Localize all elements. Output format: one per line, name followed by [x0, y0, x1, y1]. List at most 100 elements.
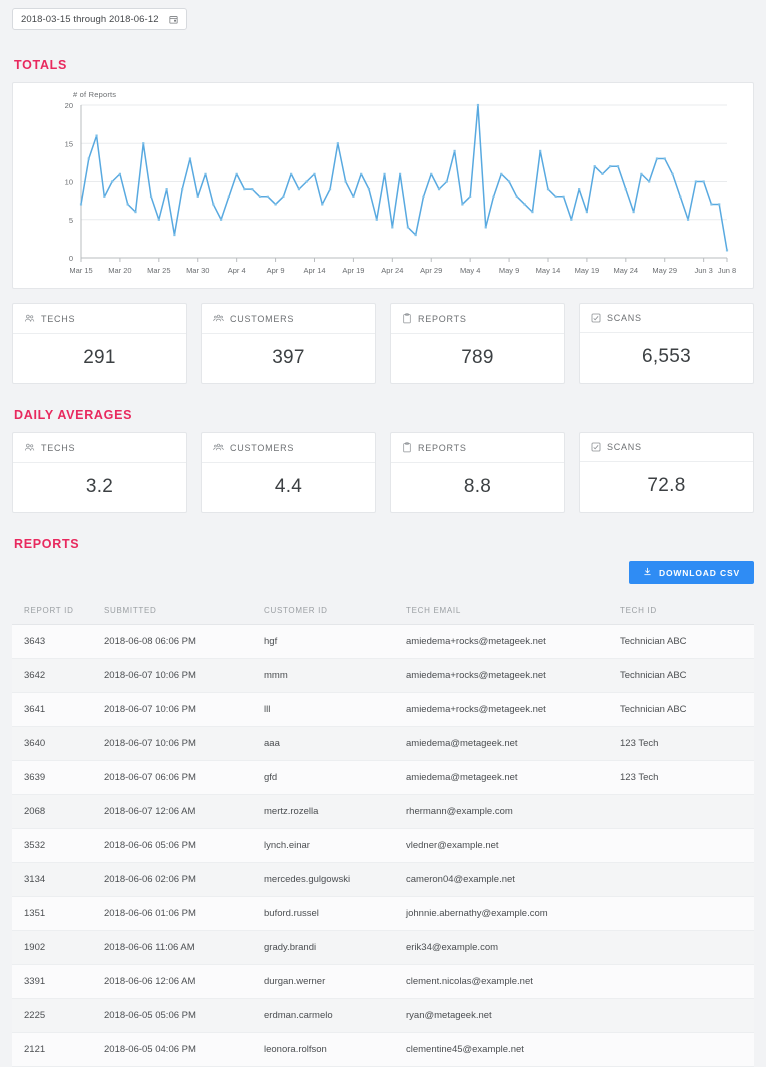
table-column-header[interactable]: SUBMITTED	[92, 600, 252, 625]
table-cell: amiedema+rocks@metageek.net	[394, 624, 608, 659]
table-cell: 2018-06-08 06:06 PM	[92, 624, 252, 659]
table-header-row: REPORT ID SUBMITTED CUSTOMER ID TECH EMAIL T…	[12, 600, 754, 625]
stat-card-label: TECHS	[41, 313, 76, 324]
table-cell: 2018-06-06 02:06 PM	[92, 862, 252, 897]
table-cell: amiedema+rocks@metageek.net	[394, 658, 608, 693]
table-cell: aaa	[252, 726, 394, 761]
stat-card-header: SCANS	[580, 433, 753, 462]
stat-card-label: CUSTOMERS	[230, 442, 295, 453]
svg-text:May 14: May 14	[536, 266, 561, 275]
table-cell: amiedema@metageek.net	[394, 760, 608, 795]
svg-text:Jun 8: Jun 8	[718, 266, 736, 275]
stat-card-customers: CUSTOMERS 397	[201, 303, 376, 384]
svg-text:Apr 19: Apr 19	[342, 266, 364, 275]
daily-averages-cards-row: TECHS 3.2 CUSTOMERS 4.4 REPORTS 8.8 SCANS 72.8	[12, 432, 754, 513]
table-cell: 3643	[12, 624, 92, 659]
table-cell: 2018-06-07 10:06 PM	[92, 658, 252, 693]
svg-text:Mar 15: Mar 15	[69, 266, 92, 275]
table-cell: 2018-06-05 05:06 PM	[92, 998, 252, 1033]
table-cell: 123 Tech	[608, 760, 754, 795]
table-cell: rhermann@example.com	[394, 794, 608, 829]
table-column-header[interactable]: CUSTOMER ID	[252, 600, 394, 625]
techs-icon	[24, 442, 35, 453]
table-cell: Technician ABC	[608, 624, 754, 659]
table-cell: ryan@metageek.net	[394, 998, 608, 1033]
download-csv-label: DOWNLOAD CSV	[658, 567, 740, 578]
reports-icon	[402, 442, 412, 453]
scans-icon	[591, 313, 601, 323]
calendar-icon[interactable]	[169, 15, 178, 24]
svg-text:May 19: May 19	[575, 266, 600, 275]
stat-card-scans: SCANS 72.8	[579, 432, 754, 513]
table-row[interactable]: 1902 2018-06-06 11:06 AM grady.brandi erik3…	[12, 930, 754, 965]
stat-card-reports: REPORTS 789	[390, 303, 565, 384]
reports-line-chart: 0 5 10 15 20 Mar 15 Mar 20 Mar 25 Mar 30 Apr 4 Apr…	[65, 101, 737, 275]
table-cell: Technician ABC	[608, 692, 754, 727]
table-cell	[608, 896, 754, 931]
table-row[interactable]: 3532 2018-06-06 05:06 PM lynch.einar vledne…	[12, 828, 754, 863]
customers-icon	[213, 313, 224, 324]
table-row[interactable]: 3642 2018-06-07 10:06 PM mmm amiedema+rocks…	[12, 658, 754, 693]
table-cell: 1902	[12, 930, 92, 965]
table-cell: 2018-06-07 10:06 PM	[92, 726, 252, 761]
totals-section-title: TOTALS	[14, 58, 68, 72]
svg-text:May 24: May 24	[614, 266, 639, 275]
totals-cards-row: TECHS 291 CUSTOMERS 397 REPORTS 789 SCANS 6,553	[12, 303, 754, 384]
svg-text:0: 0	[69, 254, 73, 263]
table-cell: 2018-06-05 04:06 PM	[92, 1032, 252, 1067]
date-range-wrapper: 2018-03-15 through 2018-06-12	[12, 0, 754, 30]
dashboard-page: 2018-03-15 through 2018-06-12 TOTALS # o…	[0, 0, 766, 1067]
table-cell: 2121	[12, 1032, 92, 1067]
stat-card-header: TECHS	[13, 304, 186, 334]
stat-card-scans: SCANS 6,553	[579, 303, 754, 384]
table-row[interactable]: 2225 2018-06-05 05:06 PM erdman.carmelo rya…	[12, 998, 754, 1033]
table-row[interactable]: 2121 2018-06-05 04:06 PM leonora.rolfson cl…	[12, 1032, 754, 1067]
stat-card-techs: TECHS 3.2	[12, 432, 187, 513]
table-row[interactable]: 3643 2018-06-08 06:06 PM hgf amiedema+rocks…	[12, 624, 754, 659]
stat-card-label: TECHS	[41, 442, 76, 453]
table-row[interactable]: 3639 2018-06-07 06:06 PM gfd amiedema@metag…	[12, 760, 754, 795]
table-cell	[608, 794, 754, 829]
table-cell	[608, 862, 754, 897]
table-cell: 2018-06-06 12:06 AM	[92, 964, 252, 999]
techs-icon	[24, 313, 35, 324]
scans-icon	[591, 442, 601, 452]
stat-card-value: 291	[83, 347, 116, 368]
table-row[interactable]: 2068 2018-06-07 12:06 AM mertz.rozella rher…	[12, 794, 754, 829]
table-row[interactable]: 3391 2018-06-06 12:06 AM durgan.werner clem…	[12, 964, 754, 999]
table-cell: lll	[252, 692, 394, 727]
table-cell: 2225	[12, 998, 92, 1033]
table-row[interactable]: 3134 2018-06-06 02:06 PM mercedes.gulgowsk…	[12, 862, 754, 897]
stat-card-header: REPORTS	[391, 304, 564, 334]
stat-card-label: SCANS	[607, 442, 642, 452]
date-range-picker[interactable]: 2018-03-15 through 2018-06-12	[12, 8, 187, 30]
table-cell: amiedema+rocks@metageek.net	[394, 692, 608, 727]
table-column-header[interactable]: TECH ID	[608, 600, 754, 625]
table-cell: clement.nicolas@example.net	[394, 964, 608, 999]
svg-text:Jun 3: Jun 3	[694, 266, 712, 275]
table-cell	[608, 1032, 754, 1067]
table-cell: lynch.einar	[252, 828, 394, 863]
table-row[interactable]: 1351 2018-06-06 01:06 PM buford.russel john…	[12, 896, 754, 931]
reports-icon	[402, 313, 412, 324]
stat-card-reports: REPORTS 8.8	[390, 432, 565, 513]
table-row[interactable]: 3641 2018-06-07 10:06 PM lll amiedema+rocks…	[12, 692, 754, 727]
svg-text:Apr 24: Apr 24	[381, 266, 403, 275]
stat-card-header: TECHS	[13, 433, 186, 463]
download-csv-button[interactable]: DOWNLOAD CSV	[628, 561, 754, 584]
table-cell: clementine45@example.net	[394, 1032, 608, 1067]
table-cell: hgf	[252, 624, 394, 659]
svg-text:Mar 25: Mar 25	[147, 266, 170, 275]
table-cell: gfd	[252, 760, 394, 795]
stat-card-label: CUSTOMERS	[230, 313, 295, 324]
table-column-header[interactable]: TECH EMAIL	[394, 600, 608, 625]
table-column-header[interactable]: REPORT ID	[12, 600, 92, 625]
table-row[interactable]: 3640 2018-06-07 10:06 PM aaa amiedema@metag…	[12, 726, 754, 761]
table-cell: 1351	[12, 896, 92, 931]
table-cell: mertz.rozella	[252, 794, 394, 829]
stat-card-techs: TECHS 291	[12, 303, 187, 384]
download-csv-row: DOWNLOAD CSV	[12, 561, 754, 584]
table-cell: mercedes.gulgowski	[252, 862, 394, 897]
stat-card-value: 397	[272, 347, 305, 368]
table-cell: 2018-06-07 10:06 PM	[92, 692, 252, 727]
